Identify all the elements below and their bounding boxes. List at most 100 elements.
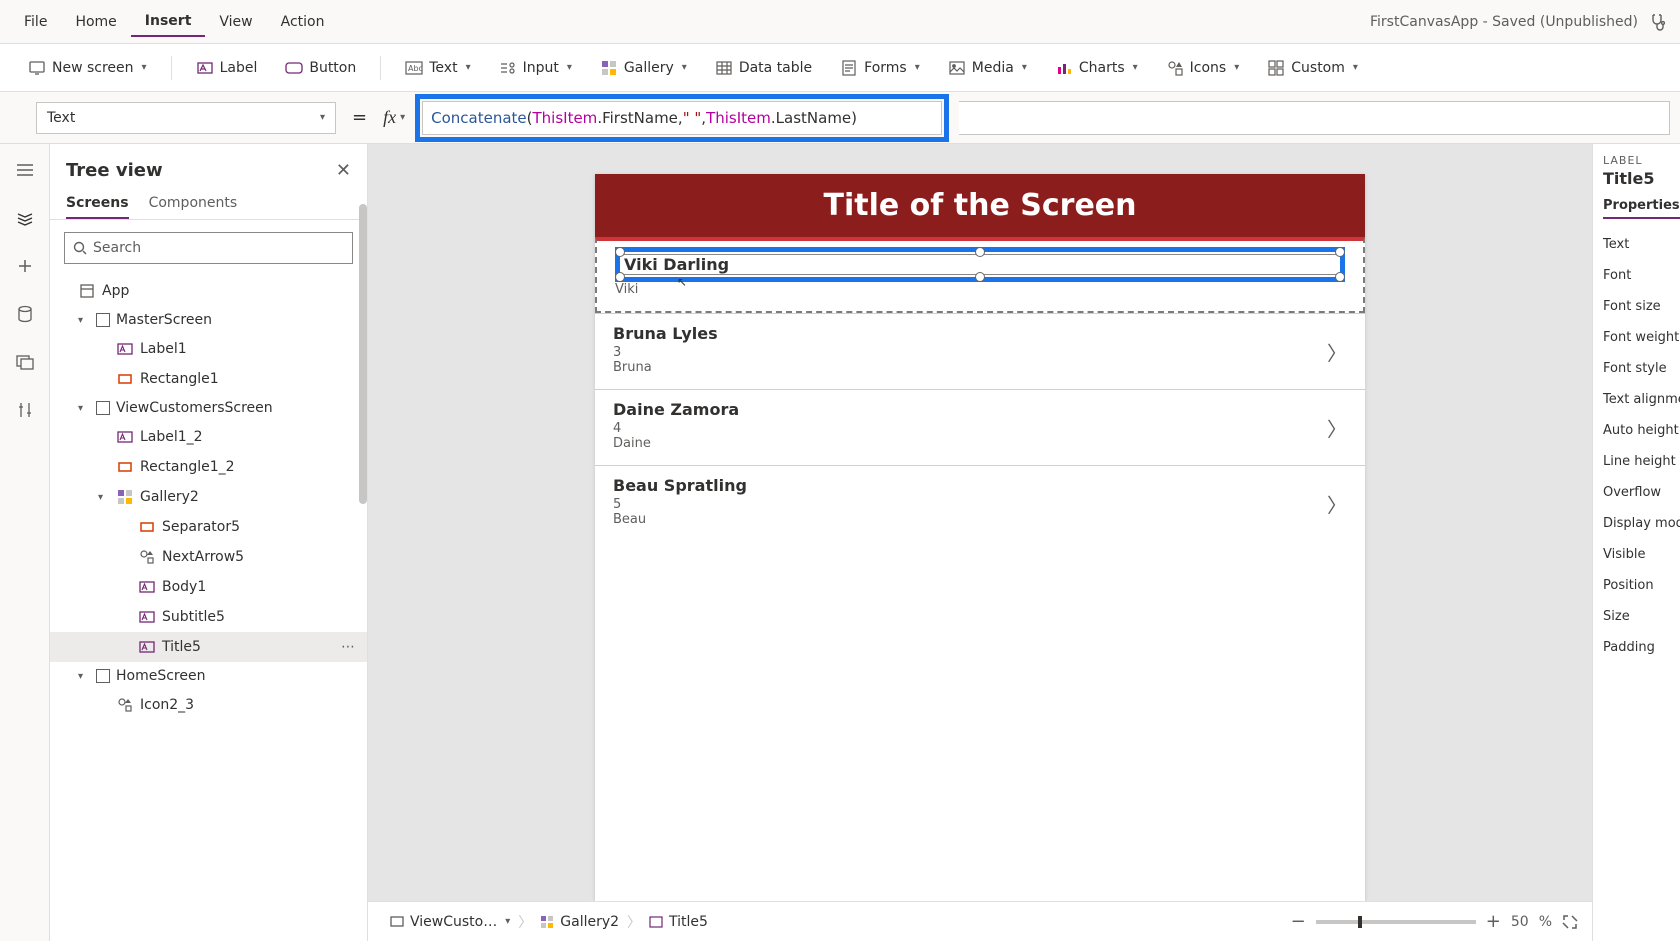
icons-button[interactable]: Icons▾ [1156,55,1250,81]
gallery-item[interactable]: Daine Zamora4Daine〉 [595,389,1365,465]
formula-extend[interactable] [959,101,1670,135]
app-checker-icon[interactable] [1646,10,1670,34]
crumb-0[interactable]: ViewCusto… [410,914,497,930]
crumb-1[interactable]: Gallery2 [560,914,619,930]
tree-tab-screens[interactable]: Screens [66,189,129,219]
chevron-down-icon: ▾ [682,62,687,73]
tree-item-homescreen[interactable]: ▾HomeScreen [50,662,367,690]
tree-item-icon2_3[interactable]: Icon2_3 [50,690,367,720]
resize-handle[interactable] [1335,272,1345,282]
gallery-item[interactable]: Bruna Lyles3Bruna〉 [595,313,1365,389]
data-table-button[interactable]: Data table [705,55,822,81]
new-screen-button[interactable]: New screen▾ [18,55,157,81]
more-icon[interactable]: ⋯ [341,639,357,655]
tree-item-title5[interactable]: Title5⋯ [50,632,367,662]
next-arrow-icon[interactable]: 〉 [1327,413,1347,442]
resize-handle[interactable] [1335,247,1345,257]
media-button[interactable]: Media▾ [938,55,1037,81]
menu-file[interactable]: File [10,8,61,36]
data-pane-icon[interactable] [13,302,37,326]
zoom-slider[interactable] [1316,920,1476,924]
input-button[interactable]: Input▾ [489,55,582,81]
resize-handle[interactable] [615,272,625,282]
menu-action[interactable]: Action [267,8,339,36]
prop-row-position[interactable]: Position [1603,570,1680,601]
custom-button[interactable]: Custom▾ [1257,55,1368,81]
gallery[interactable]: Viki Darling ↖VikiBruna Lyles3Bruna〉Dain… [595,237,1365,541]
charts-button[interactable]: Charts▾ [1045,55,1148,81]
canvas[interactable]: Title of the Screen Viki Darling ↖VikiBr… [595,174,1365,901]
resize-handle[interactable] [975,247,985,257]
resize-handle[interactable] [975,272,985,282]
formula-input[interactable]: Concatenate(ThisItem.FirstName, " ", Thi… [422,101,942,135]
tree-search-input[interactable]: Search [64,232,353,264]
breadcrumb[interactable]: ViewCusto… ▾ 〉 Gallery2 〉 Title5 [382,910,716,934]
tree-item-body1[interactable]: Body1 [50,572,367,602]
media-pane-icon[interactable] [13,350,37,374]
prop-tab-properties[interactable]: Properties [1603,198,1680,219]
tree-scrollbar[interactable] [359,204,367,941]
menu-home[interactable]: Home [61,8,130,36]
chevron-down-icon: ▾ [1234,62,1239,73]
chevron-down-icon[interactable]: ▾ [505,916,510,927]
twist-icon[interactable]: ▾ [98,492,110,503]
twist-icon[interactable]: ▾ [78,315,90,326]
prop-kind: LABEL [1603,154,1680,167]
menu-view[interactable]: View [205,8,266,36]
tree-item-rectangle1_2[interactable]: Rectangle1_2 [50,452,367,482]
screen-box-icon [96,401,110,415]
tools-icon[interactable] [13,398,37,422]
prop-row-font-size[interactable]: Font size [1603,291,1680,322]
crumb-2[interactable]: Title5 [669,914,708,930]
menu-insert[interactable]: Insert [131,7,206,37]
prop-row-font[interactable]: Font [1603,260,1680,291]
tree-item-separator5[interactable]: Separator5 [50,512,367,542]
prop-row-auto-height[interactable]: Auto height [1603,415,1680,446]
label-button[interactable]: Label [186,55,268,81]
tree-view-icon[interactable] [13,206,37,230]
fx-icon[interactable]: fx▾ [383,107,405,128]
tree-item-label: Rectangle1_2 [140,459,235,475]
gallery-button[interactable]: Gallery▾ [590,55,697,81]
tree-item-nextarrow5[interactable]: NextArrow5 [50,542,367,572]
prop-row-text[interactable]: Text [1603,229,1680,260]
tree-item-subtitle5[interactable]: Subtitle5 [50,602,367,632]
tree-item-viewcustomersscreen[interactable]: ▾ViewCustomersScreen [50,394,367,422]
prop-row-size[interactable]: Size [1603,601,1680,632]
tree-item-masterscreen[interactable]: ▾MasterScreen [50,306,367,334]
zoom-in-button[interactable]: + [1486,911,1501,932]
prop-row-padding[interactable]: Padding [1603,632,1680,663]
twist-icon[interactable]: ▾ [78,671,90,682]
text-button[interactable]: Abc Text▾ [395,55,480,81]
tree-item-label1[interactable]: Label1 [50,334,367,364]
zoom-out-button[interactable]: − [1291,911,1306,932]
close-icon[interactable]: ✕ [336,160,351,181]
fit-screen-icon[interactable] [1562,914,1578,930]
selected-title-control[interactable]: Viki Darling [615,247,1345,282]
forms-button[interactable]: Forms▾ [830,55,930,81]
tree-item-label1_2[interactable]: Label1_2 [50,422,367,452]
tree-item-app[interactable]: App [50,276,367,306]
tree-item-gallery2[interactable]: ▾Gallery2 [50,482,367,512]
prop-row-visible[interactable]: Visible [1603,539,1680,570]
prop-row-line-height[interactable]: Line height [1603,446,1680,477]
prop-row-display-mod[interactable]: Display mod [1603,508,1680,539]
prop-row-text-alignme[interactable]: Text alignme [1603,384,1680,415]
prop-row-font-style[interactable]: Font style [1603,353,1680,384]
gallery-item[interactable]: Beau Spratling5Beau〉 [595,465,1365,541]
insert-pane-icon[interactable] [13,254,37,278]
next-arrow-icon[interactable]: 〉 [1327,489,1347,518]
property-selector[interactable]: Text ▾ [36,102,336,134]
hamburger-icon[interactable] [13,158,37,182]
tree-tab-components[interactable]: Components [149,189,238,219]
tree-item-rectangle1[interactable]: Rectangle1 [50,364,367,394]
twist-icon[interactable]: ▾ [78,403,90,414]
next-arrow-icon[interactable]: 〉 [1327,337,1347,366]
rect-icon [138,518,156,536]
gallery-item[interactable]: Viki Darling ↖Viki [595,237,1365,313]
resize-handle[interactable] [615,247,625,257]
prop-row-overflow[interactable]: Overflow [1603,477,1680,508]
button-button[interactable]: Button [275,55,366,81]
formula-p1: FirstName [602,109,678,127]
prop-row-font-weight[interactable]: Font weight [1603,322,1680,353]
